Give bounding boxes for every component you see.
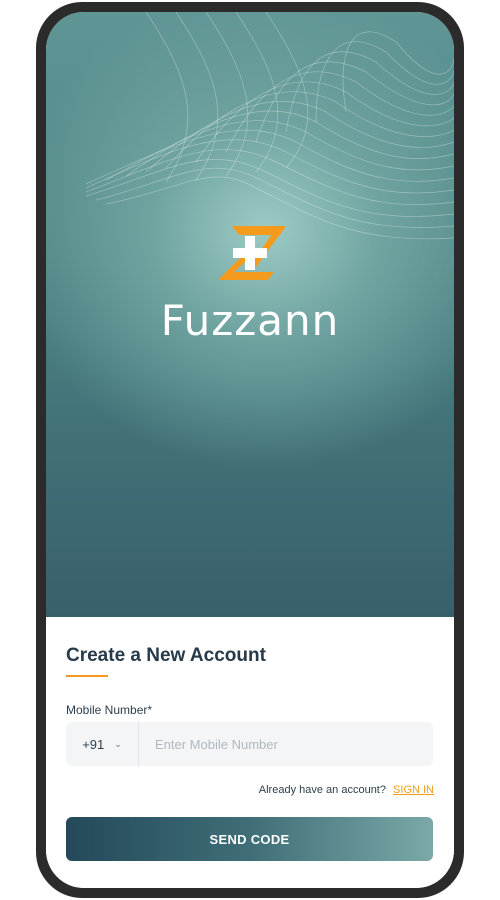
brand-logo-area: Fuzzann: [46, 222, 454, 345]
brand-name: Fuzzann: [160, 296, 340, 345]
app-screen: Fuzzann Create a New Account Mobile Numb…: [46, 12, 454, 888]
signin-prompt: Already have an account?: [258, 784, 386, 796]
country-code-select[interactable]: +91 ⌄: [66, 722, 139, 766]
hero-banner: Fuzzann: [46, 12, 454, 617]
title-underline: [66, 675, 108, 677]
send-code-button[interactable]: SEND CODE: [66, 817, 433, 861]
signin-row: Already have an account? SIGN IN: [259, 784, 434, 796]
mobile-number-label: Mobile Number*: [66, 703, 153, 717]
country-code-value: +91: [82, 736, 105, 752]
chevron-down-icon: ⌄: [114, 738, 122, 749]
mobile-number-field: +91 ⌄: [66, 722, 433, 766]
mobile-number-input[interactable]: [139, 722, 433, 766]
create-account-form: Create a New Account Mobile Number* +91 …: [46, 617, 454, 888]
fuzzann-z-plus-logo-icon: [218, 226, 286, 280]
form-title: Create a New Account: [66, 645, 266, 666]
signin-link[interactable]: SIGN IN: [393, 784, 434, 796]
